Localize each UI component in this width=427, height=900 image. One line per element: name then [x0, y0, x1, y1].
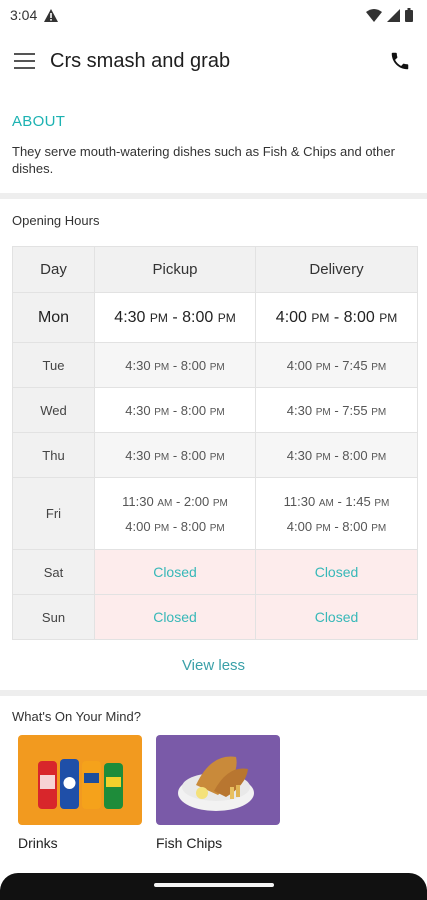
- delivery-cell: 4:30 PM - 7:55 PM: [255, 387, 418, 433]
- mind-heading: What's On Your Mind?: [12, 709, 141, 724]
- day-cell: Tue: [12, 342, 95, 388]
- delivery-closed-cell: Closed: [255, 594, 418, 640]
- system-nav-bar: [0, 873, 427, 900]
- page-title: Crs smash and grab: [50, 49, 231, 72]
- pickup-cell: 4:30 PM - 8:00 PM: [94, 432, 256, 478]
- opening-hours-heading: Opening Hours: [12, 213, 100, 228]
- category-cards: Drinks Fish Chips: [18, 735, 280, 851]
- pickup-cell: 11:30 AM - 2:00 PM 4:00 PM - 8:00 PM: [94, 477, 256, 550]
- table-row: Sat Closed Closed: [12, 549, 418, 595]
- table-header-row: Day Pickup Delivery: [12, 246, 418, 293]
- table-row: Fri 11:30 AM - 2:00 PM 4:00 PM - 8:00 PM…: [12, 477, 418, 550]
- signal-icon: [387, 8, 400, 22]
- section-divider: [0, 690, 427, 696]
- category-label: Drinks: [18, 835, 58, 851]
- about-heading: ABOUT: [12, 113, 66, 130]
- battery-icon: [405, 8, 413, 22]
- delivery-cell: 11:30 AM - 1:45 PM 4:00 PM - 8:00 PM: [255, 477, 418, 550]
- category-card-fish-chips[interactable]: Fish Chips: [156, 735, 280, 851]
- day-cell: Mon: [12, 292, 95, 343]
- pickup-cell: 4:30 PM - 8:00 PM: [94, 342, 256, 388]
- table-row: Wed 4:30 PM - 8:00 PM 4:30 PM - 7:55 PM: [12, 387, 418, 433]
- pickup-closed-cell: Closed: [94, 594, 256, 640]
- day-cell: Thu: [12, 432, 95, 478]
- table-row: Tue 4:30 PM - 8:00 PM 4:00 PM - 7:45 PM: [12, 342, 418, 388]
- section-divider: [0, 193, 427, 199]
- column-header-delivery: Delivery: [255, 246, 418, 293]
- table-row: Mon 4:30 PM - 8:00 PM 4:00 PM - 8:00 PM: [12, 292, 418, 343]
- status-time: 3:04: [10, 7, 38, 23]
- pickup-cell: 4:30 PM - 8:00 PM: [94, 292, 256, 343]
- table-row: Sun Closed Closed: [12, 594, 418, 640]
- day-cell: Sat: [12, 549, 95, 595]
- delivery-cell: 4:00 PM - 8:00 PM: [255, 292, 418, 343]
- warning-icon: [44, 8, 59, 22]
- app-bar: Crs smash and grab: [0, 38, 427, 84]
- delivery-cell: 4:30 PM - 8:00 PM: [255, 432, 418, 478]
- about-text: They serve mouth-watering dishes such as…: [12, 144, 395, 176]
- day-cell: Wed: [12, 387, 95, 433]
- table-row: Thu 4:30 PM - 8:00 PM 4:30 PM - 8:00 PM: [12, 432, 418, 478]
- day-cell: Sun: [12, 594, 95, 640]
- fish-chips-image: [156, 735, 280, 825]
- column-header-day: Day: [12, 246, 95, 293]
- wifi-icon: [366, 8, 382, 22]
- drinks-image: [18, 735, 142, 825]
- delivery-closed-cell: Closed: [255, 549, 418, 595]
- status-bar: 3:04: [0, 0, 427, 30]
- category-card-drinks[interactable]: Drinks: [18, 735, 142, 851]
- category-label: Fish Chips: [156, 835, 223, 851]
- home-gesture-handle[interactable]: [154, 883, 274, 887]
- pickup-closed-cell: Closed: [94, 549, 256, 595]
- phone-icon[interactable]: [387, 48, 413, 74]
- day-cell: Fri: [12, 477, 95, 550]
- delivery-cell: 4:00 PM - 7:45 PM: [255, 342, 418, 388]
- pickup-cell: 4:30 PM - 8:00 PM: [94, 387, 256, 433]
- view-less-link[interactable]: View less: [0, 657, 427, 674]
- column-header-pickup: Pickup: [94, 246, 256, 293]
- hamburger-icon[interactable]: [14, 49, 38, 73]
- opening-hours-table: Day Pickup Delivery Mon 4:30 PM - 8:00 P…: [12, 246, 418, 640]
